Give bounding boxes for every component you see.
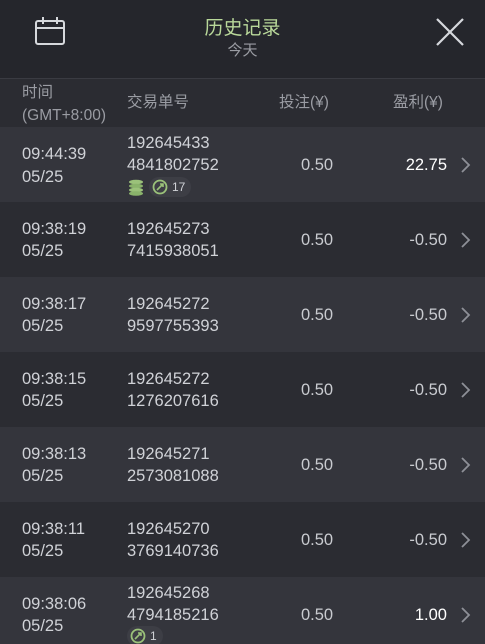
row-stake: 0.50: [301, 531, 334, 549]
row-time: 09:38:06: [22, 595, 87, 613]
coins-icon: [129, 179, 143, 196]
row-date: 05/25: [22, 617, 64, 635]
chevron-right-icon[interactable]: [458, 381, 472, 399]
row-time: 09:38:13: [22, 445, 87, 463]
chevron-right-icon[interactable]: [458, 456, 472, 474]
row-order-id-line2: 1276207616: [127, 392, 219, 410]
free-spin-badge: 17: [149, 177, 192, 197]
table-row[interactable]: 09:38:06 05/25 192645268 4794185216 1 0.…: [0, 577, 485, 644]
row-profit: -0.50: [409, 456, 447, 474]
row-date: 05/25: [22, 168, 64, 186]
row-order-id-line2: 4794185216: [127, 606, 219, 624]
row-order-id-line1: 192645270: [127, 520, 210, 538]
column-stake: 投注(¥): [279, 94, 329, 111]
table-row[interactable]: 09:38:11 05/25 192645270 3769140736 0.50…: [0, 502, 485, 577]
row-order-id-line1: 192645271: [127, 445, 210, 463]
row-profit: -0.50: [409, 306, 447, 324]
row-date: 05/25: [22, 542, 64, 560]
row-time: 09:44:39: [22, 145, 87, 163]
row-badges: 17: [127, 177, 192, 197]
row-order-id-line2: 4841802752: [127, 156, 219, 174]
row-date: 05/25: [22, 242, 64, 260]
row-stake: 0.50: [301, 156, 334, 174]
header: 历史记录 今天: [0, 0, 485, 78]
chevron-right-icon[interactable]: [458, 531, 472, 549]
free-spin-icon: [130, 628, 146, 644]
row-order-id-line1: 192645272: [127, 370, 210, 388]
row-order-id-line1: 192645272: [127, 295, 210, 313]
row-profit: 22.75: [405, 156, 447, 174]
free-spin-count: 17: [172, 180, 186, 194]
row-badges: 1: [127, 626, 163, 644]
row-date: 05/25: [22, 392, 64, 410]
table-row[interactable]: 09:38:19 05/25 192645273 7415938051 0.50…: [0, 202, 485, 277]
chevron-right-icon[interactable]: [458, 156, 472, 174]
row-stake: 0.50: [301, 306, 334, 324]
free-spin-icon: [152, 179, 168, 195]
row-stake: 0.50: [301, 606, 334, 624]
row-stake: 0.50: [301, 456, 334, 474]
table-row[interactable]: 09:38:15 05/25 192645272 1276207616 0.50…: [0, 352, 485, 427]
row-date: 05/25: [22, 467, 64, 485]
row-date: 05/25: [22, 317, 64, 335]
row-order-id-line2: 2573081088: [127, 467, 219, 485]
row-time: 09:38:15: [22, 370, 87, 388]
row-stake: 0.50: [301, 381, 334, 399]
column-order: 交易单号: [127, 94, 190, 111]
row-order-id-line2: 7415938051: [127, 242, 219, 260]
close-icon[interactable]: [434, 16, 466, 48]
row-profit: -0.50: [409, 231, 447, 249]
column-time: 时间: [22, 84, 54, 101]
date-filter-label: 今天: [227, 42, 258, 59]
row-time: 09:38:19: [22, 220, 87, 238]
row-profit: -0.50: [409, 381, 447, 399]
row-order-id-line1: 192645268: [127, 584, 210, 602]
row-order-id-line2: 3769140736: [127, 542, 219, 560]
column-timezone: (GMT+8:00): [22, 107, 106, 124]
row-order-id-line1: 192645433: [127, 134, 210, 152]
page-title: 历史记录: [204, 18, 281, 39]
chevron-right-icon[interactable]: [458, 606, 472, 624]
chevron-right-icon[interactable]: [458, 231, 472, 249]
row-order-id-line1: 192645273: [127, 220, 210, 238]
table-row[interactable]: 09:44:39 05/25 192645433 4841802752 17 0…: [0, 127, 485, 202]
row-time: 09:38:17: [22, 295, 87, 313]
free-spin-badge: 1: [127, 626, 163, 644]
row-order-id-line2: 9597755393: [127, 317, 219, 335]
row-profit: -0.50: [409, 531, 447, 549]
chevron-right-icon[interactable]: [458, 306, 472, 324]
row-time: 09:38:11: [22, 520, 86, 538]
column-profit: 盈利(¥): [393, 94, 443, 111]
row-stake: 0.50: [301, 231, 334, 249]
free-spin-count: 1: [150, 629, 157, 643]
table-row[interactable]: 09:38:17 05/25 192645272 9597755393 0.50…: [0, 277, 485, 352]
row-profit: 1.00: [414, 606, 447, 624]
table-row[interactable]: 09:38:13 05/25 192645271 2573081088 0.50…: [0, 427, 485, 502]
table-header: 时间 (GMT+8:00) 交易单号 投注(¥) 盈利(¥): [0, 78, 485, 127]
